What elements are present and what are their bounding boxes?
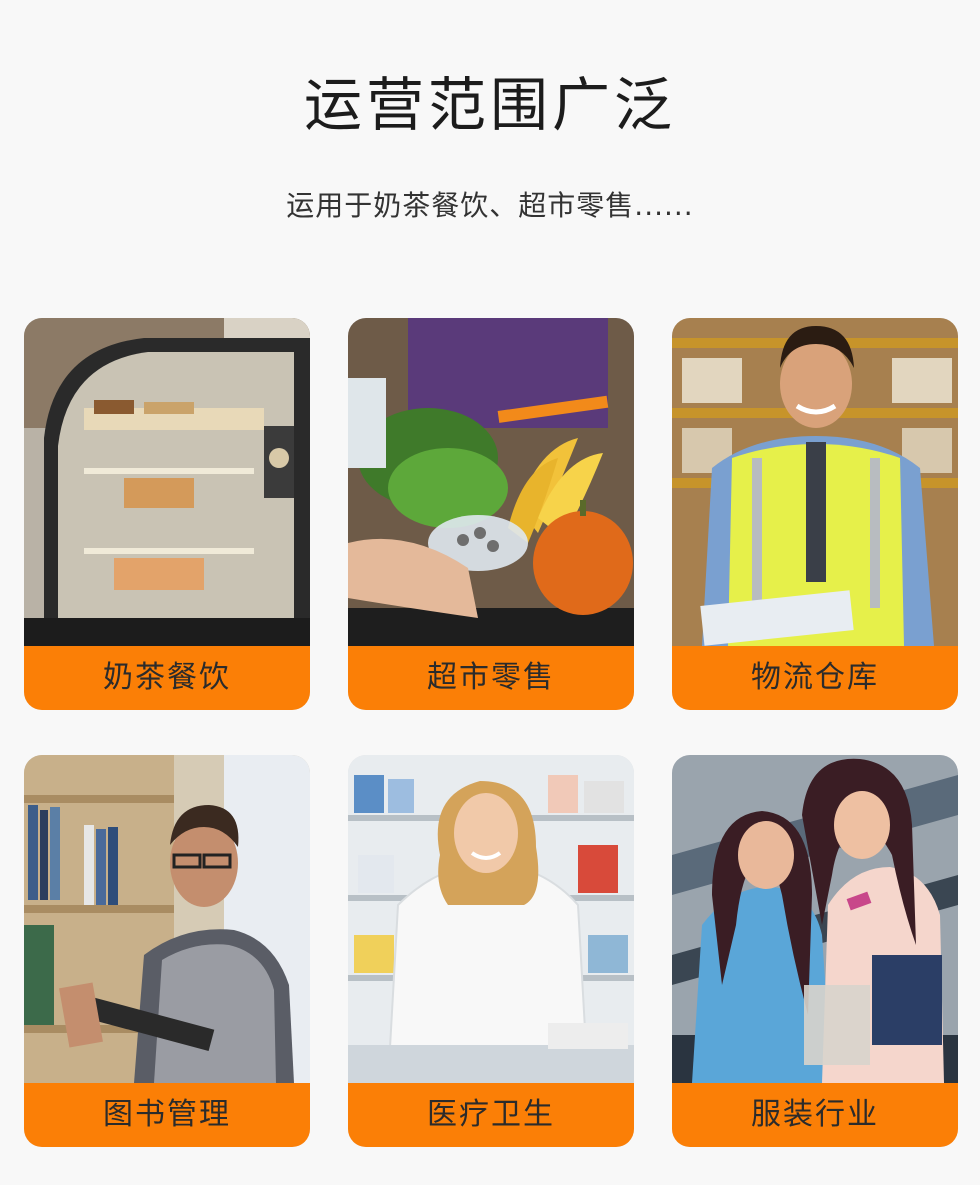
card-cafe[interactable]: 奶茶餐饮 — [24, 318, 310, 710]
card-library[interactable]: 图书管理 — [24, 755, 310, 1147]
warehouse-worker-photo — [672, 318, 958, 646]
card-label-supermarket: 超市零售 — [348, 646, 634, 710]
shopping-photo — [672, 755, 958, 1083]
pharmacy-photo — [348, 755, 634, 1083]
page-title: 运营范围广泛 — [303, 71, 676, 139]
card-label-warehouse: 物流仓库 — [672, 646, 958, 710]
card-label-pharmacy: 医疗卫生 — [348, 1083, 634, 1147]
card-label-apparel: 服装行业 — [672, 1083, 958, 1147]
library-photo — [24, 755, 310, 1083]
card-apparel[interactable]: 服装行业 — [672, 755, 958, 1147]
supermarket-produce-photo — [348, 318, 634, 646]
card-label-cafe: 奶茶餐饮 — [24, 646, 310, 710]
card-pharmacy[interactable]: 医疗卫生 — [348, 755, 634, 1147]
card-label-library: 图书管理 — [24, 1083, 310, 1147]
card-warehouse[interactable]: 物流仓库 — [672, 318, 958, 710]
cafe-display-photo — [24, 318, 310, 646]
industry-grid: 奶茶餐饮 超市零售 物流仓库 图书管理 医疗卫生 服装行业 — [24, 318, 958, 1148]
page-subtitle: 运用于奶茶餐饮、超市零售...... — [286, 189, 694, 222]
card-supermarket[interactable]: 超市零售 — [348, 318, 634, 710]
